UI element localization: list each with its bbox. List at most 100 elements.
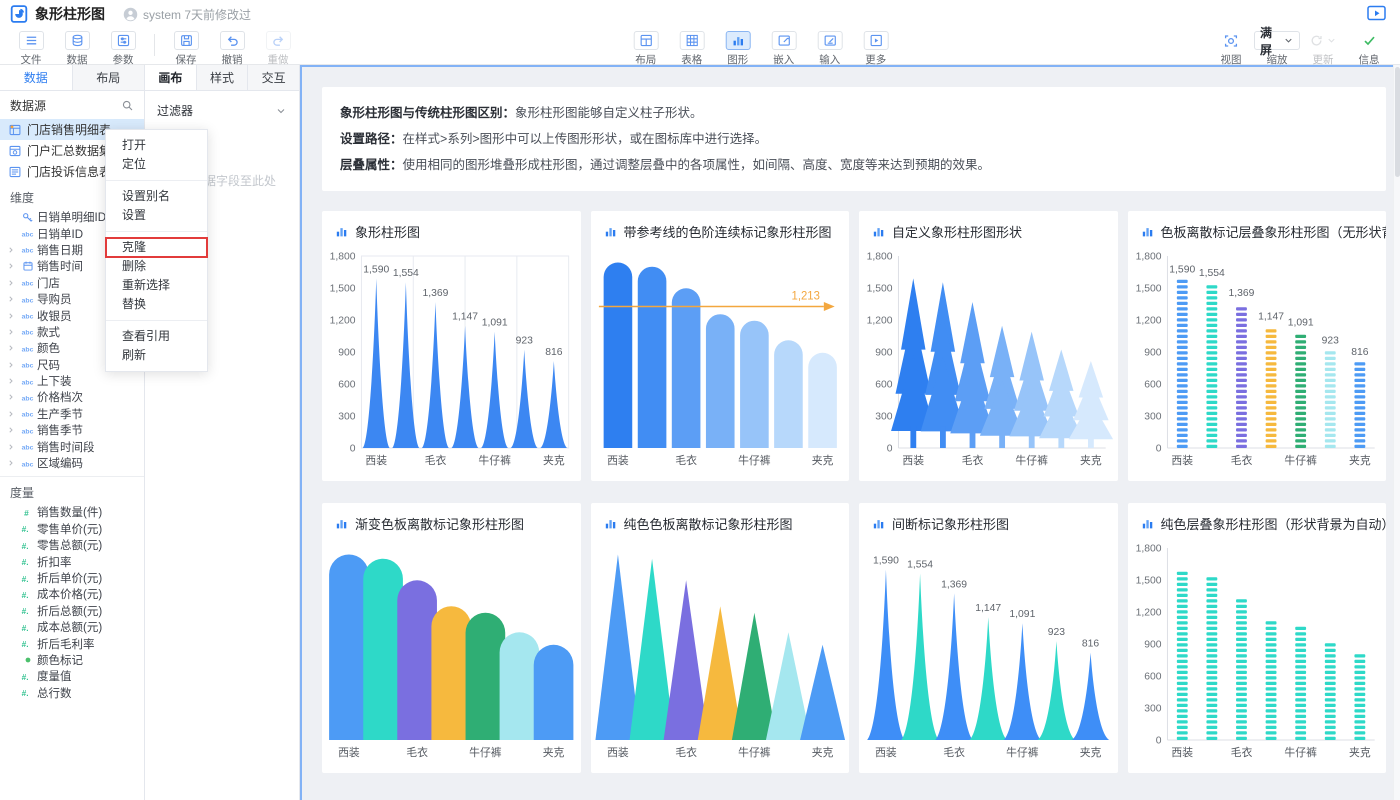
filter-row[interactable]: 过滤器: [145, 91, 299, 127]
chart-card[interactable]: 带参考线的色阶连续标记象形柱形图 1,213 西装 毛衣 牛仔裤 夹克: [590, 211, 849, 481]
svg-text:816: 816: [545, 347, 562, 358]
chevron-right-icon[interactable]: [7, 393, 18, 401]
chevron-right-icon[interactable]: [7, 443, 18, 451]
svg-text:牛仔裤: 牛仔裤: [469, 745, 502, 759]
chevron-right-icon[interactable]: [7, 312, 18, 320]
chevron-right-icon[interactable]: [7, 262, 18, 270]
menu-item-克隆[interactable]: 克隆: [105, 237, 208, 258]
toolbar-undo-button[interactable]: 撤销: [209, 30, 255, 67]
panel-tab-交互[interactable]: 交互: [248, 65, 300, 90]
toolbar-input-button[interactable]: 输入: [807, 30, 853, 67]
toolbar-redo-button[interactable]: 重做: [255, 30, 301, 67]
sidebar-tab-数据[interactable]: 数据: [0, 65, 73, 90]
sidebar-tab-布局[interactable]: 布局: [72, 65, 144, 90]
design-canvas[interactable]: 象形柱形图与传统柱形图区别：象形柱形图能够自定义柱子形状。 设置路径：在样式>系列…: [300, 65, 1400, 800]
menu-item-删除[interactable]: 删除: [106, 257, 207, 276]
chart-card[interactable]: 间断标记象形柱形图 1,590 1,554 1,369 1,147 1,091 923 816…: [859, 503, 1118, 773]
toolbar-info-button[interactable]: 信息: [1346, 30, 1392, 67]
search-icon[interactable]: [121, 99, 134, 112]
menu-item-打开[interactable]: 打开: [106, 136, 207, 155]
measure-field[interactable]: # 销售数量(件): [0, 504, 144, 520]
menu-item-定位[interactable]: 定位: [106, 155, 207, 174]
measure-field[interactable]: #. 折扣率: [0, 553, 144, 569]
abc-icon: abc: [18, 228, 37, 239]
menu-item-替换[interactable]: 替换: [106, 295, 207, 314]
panel-tab-画布[interactable]: 画布: [145, 65, 197, 90]
hashdot-icon: #.: [18, 671, 37, 682]
dimension-field[interactable]: abc 价格档次: [0, 389, 144, 405]
description-term: 象形柱形图与传统柱形图区别：: [340, 106, 516, 120]
dimension-field[interactable]: abc 生产季节: [0, 406, 144, 422]
chart-card-title: 间断标记象形柱形图: [859, 503, 1118, 534]
svg-text:西装: 西装: [365, 454, 387, 467]
toolbar-update-button[interactable]: 更新: [1300, 30, 1346, 67]
pictorial-chart: 0 300 600 900 1,200 1,500 1,800 西装 毛衣 牛仔裤 夹克: [867, 251, 1114, 467]
menu-item-查看引用[interactable]: 查看引用: [106, 327, 207, 346]
dimension-field[interactable]: abc 上下装: [0, 373, 144, 389]
measure-field[interactable]: #. 成本价格(元): [0, 586, 144, 602]
pictorial-chart: 1,590 1,554 1,369 1,147 1,091 923 816 西装 毛衣 牛仔裤 夹克: [867, 556, 1110, 759]
toolbar-view-button[interactable]: 视图: [1208, 30, 1254, 67]
chevron-right-icon[interactable]: [7, 377, 18, 385]
zoom-value-dropdown[interactable]: 满屏: [1254, 26, 1300, 57]
toolbar-data-button[interactable]: 数据: [54, 30, 100, 67]
chevron-right-icon[interactable]: [7, 295, 18, 303]
menu-item-设置别名[interactable]: 设置别名: [106, 187, 207, 206]
toolbar-layout-button[interactable]: 布局: [623, 30, 669, 67]
svg-text:1,500: 1,500: [867, 283, 893, 294]
toolbar-params-button[interactable]: 参数: [100, 30, 146, 67]
dimension-field[interactable]: abc 区域编码: [0, 455, 144, 471]
preview-button[interactable]: [1367, 5, 1386, 22]
canvas-scrollbar[interactable]: [1393, 65, 1400, 800]
toolbar-table-button[interactable]: 表格: [669, 30, 715, 67]
svg-text:1,590: 1,590: [363, 264, 389, 275]
chevron-right-icon[interactable]: [7, 279, 18, 287]
chevron-right-icon[interactable]: [7, 361, 18, 369]
dimension-field[interactable]: abc 销售时间段: [0, 438, 144, 454]
svg-text:#.: #.: [22, 606, 29, 616]
check-icon: [1362, 31, 1377, 50]
chevron-right-icon[interactable]: [7, 328, 18, 336]
menu-item-刷新[interactable]: 刷新: [106, 346, 207, 365]
field-label: 颜色标记: [37, 654, 83, 667]
menu-item-设置[interactable]: 设置: [106, 206, 207, 225]
chart-card-title: 象形柱形图: [322, 211, 581, 242]
chart-card[interactable]: 纯色色板离散标记象形柱形图 西装 毛衣 牛仔裤 夹克: [590, 503, 849, 773]
chart-card[interactable]: 象形柱形图 0 300 600 900 1,200 1,500 1,800 1,590 1,554…: [322, 211, 581, 481]
chevron-right-icon[interactable]: [7, 410, 18, 418]
toolbar-chart-button[interactable]: 图形: [715, 30, 761, 67]
chart-card[interactable]: 自定义象形柱形图形状 0 300 600 900 1,200 1,500 1,800 西装 毛衣 牛…: [859, 211, 1118, 481]
toolbar-file-button[interactable]: 文件: [8, 30, 54, 67]
measure-field[interactable]: #. 成本总额(元): [0, 619, 144, 635]
chevron-down-icon[interactable]: [275, 105, 287, 117]
panel-tab-样式[interactable]: 样式: [196, 65, 249, 90]
measure-field[interactable]: #. 折后单价(元): [0, 570, 144, 586]
measure-field[interactable]: #. 度量值: [0, 668, 144, 684]
chart-card[interactable]: 渐变色板离散标记象形柱形图 西装 毛衣 牛仔裤 夹克: [322, 503, 581, 773]
chevron-right-icon[interactable]: [7, 344, 18, 352]
scrollbar-thumb[interactable]: [1395, 67, 1400, 177]
chevron-right-icon[interactable]: [7, 459, 18, 467]
toolbar-save-button[interactable]: 保存: [163, 30, 209, 67]
measure-field[interactable]: #. 零售总额(元): [0, 537, 144, 553]
pictorial-chart: 0 300 600 900 1,200 1,500 1,800 1,590 1,554 1,369…: [330, 251, 570, 467]
dimension-field[interactable]: abc 销售季节: [0, 422, 144, 438]
description-text: 象形柱形图能够自定义柱子形状。: [515, 106, 703, 120]
chevron-right-icon[interactable]: [7, 426, 18, 434]
menu-item-重新选择[interactable]: 重新选择: [106, 276, 207, 295]
toolbar-divider: [154, 34, 155, 56]
toolbar-more-button[interactable]: 更多: [853, 30, 899, 67]
measure-field[interactable]: #. 零售单价(元): [0, 521, 144, 537]
chevron-right-icon[interactable]: [7, 246, 18, 254]
chart-card[interactable]: 纯色层叠象形柱形图（形状背景为自动） 0 300 600 900 1,200 1,500 1,…: [1127, 503, 1386, 773]
measure-field[interactable]: #. 折后毛利率: [0, 635, 144, 651]
measure-field[interactable]: #. 总行数: [0, 685, 144, 701]
measure-field[interactable]: 颜色标记: [0, 652, 144, 668]
toolbar-zoom-button[interactable]: 满屏 缩放: [1254, 26, 1300, 67]
toolbar-embed-button[interactable]: 嵌入: [761, 30, 807, 67]
field-label: 零售总额(元): [37, 540, 103, 553]
chart-card[interactable]: 色板离散标记层叠象形柱形图（无形状背 0 300 600 900 1,200 1,500 1,…: [1127, 211, 1386, 481]
svg-text:1,147: 1,147: [452, 312, 478, 323]
measure-field[interactable]: #. 折后总额(元): [0, 603, 144, 619]
key-icon: [18, 211, 37, 224]
